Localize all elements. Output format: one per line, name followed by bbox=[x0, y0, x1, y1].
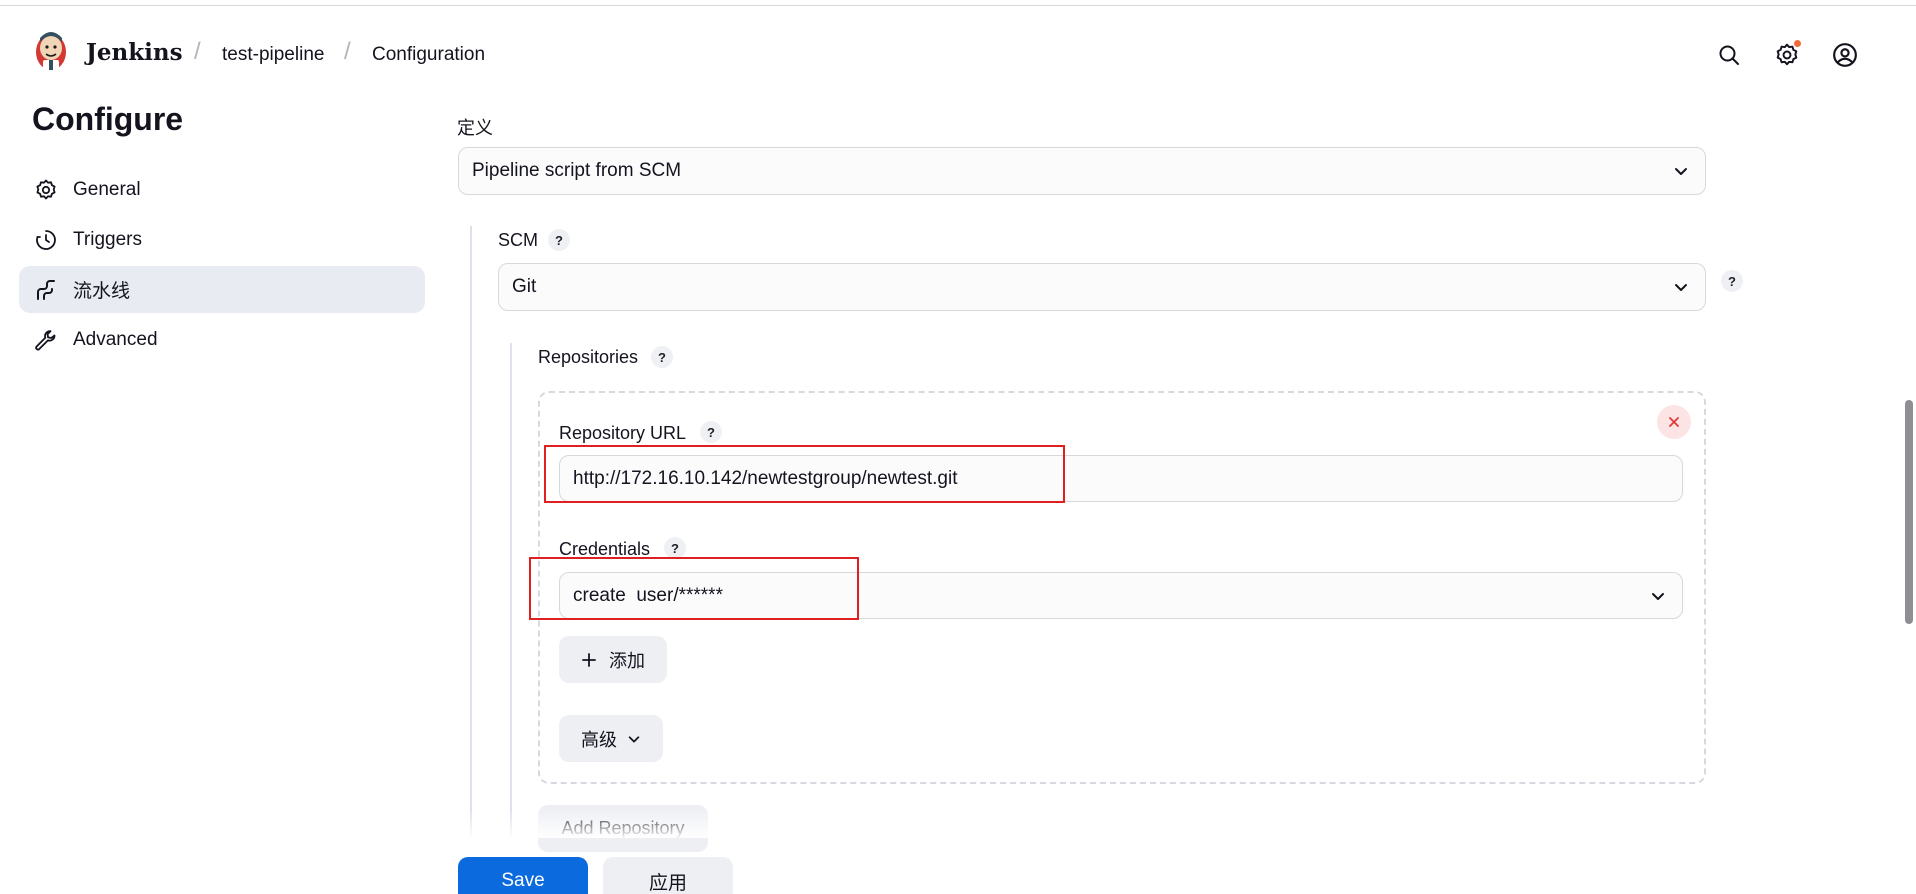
remove-repository-button[interactable] bbox=[1657, 405, 1691, 439]
credentials-highlight-box bbox=[529, 557, 859, 620]
apply-button[interactable]: 应用 bbox=[603, 857, 733, 894]
add-repository-button[interactable]: Add Repository bbox=[538, 805, 708, 852]
brand-name[interactable]: Jenkins bbox=[86, 39, 183, 66]
add-credentials-label: 添加 bbox=[609, 650, 645, 671]
header: Jenkins / test-pipeline / Configuration bbox=[0, 6, 1916, 92]
gear-icon bbox=[33, 177, 59, 203]
chevron-down-icon bbox=[1648, 586, 1668, 606]
url-highlight-box bbox=[544, 445, 1065, 503]
sidebar-item-label: Advanced bbox=[73, 328, 158, 350]
breadcrumb-separator: / bbox=[344, 38, 351, 65]
sidebar-item-advanced[interactable]: Advanced bbox=[19, 316, 425, 363]
scm-select[interactable]: Git bbox=[498, 263, 1706, 311]
page-title: Configure bbox=[32, 101, 184, 137]
scm-label: SCM bbox=[498, 230, 538, 250]
pipeline-icon bbox=[33, 277, 59, 303]
clock-icon bbox=[33, 227, 59, 253]
chevron-down-icon bbox=[1671, 277, 1691, 297]
sidebar-item-triggers[interactable]: Triggers bbox=[19, 216, 425, 263]
chevron-down-icon bbox=[1671, 161, 1691, 181]
definition-select[interactable]: Pipeline script from SCM bbox=[458, 147, 1706, 195]
breadcrumb-test-pipeline[interactable]: test-pipeline bbox=[222, 44, 324, 66]
add-credentials-button[interactable]: 添加 bbox=[559, 636, 667, 683]
search-icon[interactable] bbox=[1714, 40, 1744, 70]
wrench-icon bbox=[33, 327, 59, 353]
scm-help-icon[interactable]: ? bbox=[548, 229, 570, 251]
repository-url-label: Repository URL bbox=[559, 423, 687, 443]
plus-icon bbox=[582, 652, 596, 667]
notification-dot bbox=[1794, 40, 1801, 47]
close-icon bbox=[1669, 417, 1679, 427]
scm-indent-line bbox=[510, 343, 512, 838]
jenkins-logo[interactable] bbox=[34, 28, 68, 74]
scm-select-help-icon[interactable]: ? bbox=[1721, 270, 1743, 292]
chevron-down-icon bbox=[628, 735, 640, 742]
repositories-help-icon[interactable]: ? bbox=[651, 346, 673, 368]
settings-icon[interactable] bbox=[1772, 40, 1802, 70]
credentials-help-icon[interactable]: ? bbox=[664, 537, 686, 559]
definition-select-value: Pipeline script from SCM bbox=[472, 160, 682, 181]
sidebar-item-general[interactable]: General bbox=[19, 166, 425, 213]
user-icon[interactable] bbox=[1830, 40, 1860, 70]
vertical-scrollbar[interactable] bbox=[1905, 400, 1913, 624]
definition-label: 定义 bbox=[457, 118, 493, 138]
sidebar-item-label: 流水线 bbox=[73, 281, 131, 302]
save-button[interactable]: Save bbox=[458, 857, 588, 894]
breadcrumb-separator: / bbox=[194, 38, 201, 65]
sidebar-item-pipeline[interactable]: 流水线 bbox=[19, 266, 425, 313]
sidebar-item-label: Triggers bbox=[73, 228, 142, 250]
repository-url-help-icon[interactable]: ? bbox=[700, 421, 722, 443]
advanced-toggle-label: 高级 bbox=[581, 729, 617, 750]
section-indent-line bbox=[470, 226, 472, 838]
repositories-label: Repositories bbox=[538, 347, 639, 367]
sidebar-item-label: General bbox=[73, 178, 141, 200]
advanced-toggle-button[interactable]: 高级 bbox=[559, 715, 663, 762]
scm-select-value: Git bbox=[512, 276, 537, 297]
breadcrumb-configuration[interactable]: Configuration bbox=[372, 44, 485, 66]
